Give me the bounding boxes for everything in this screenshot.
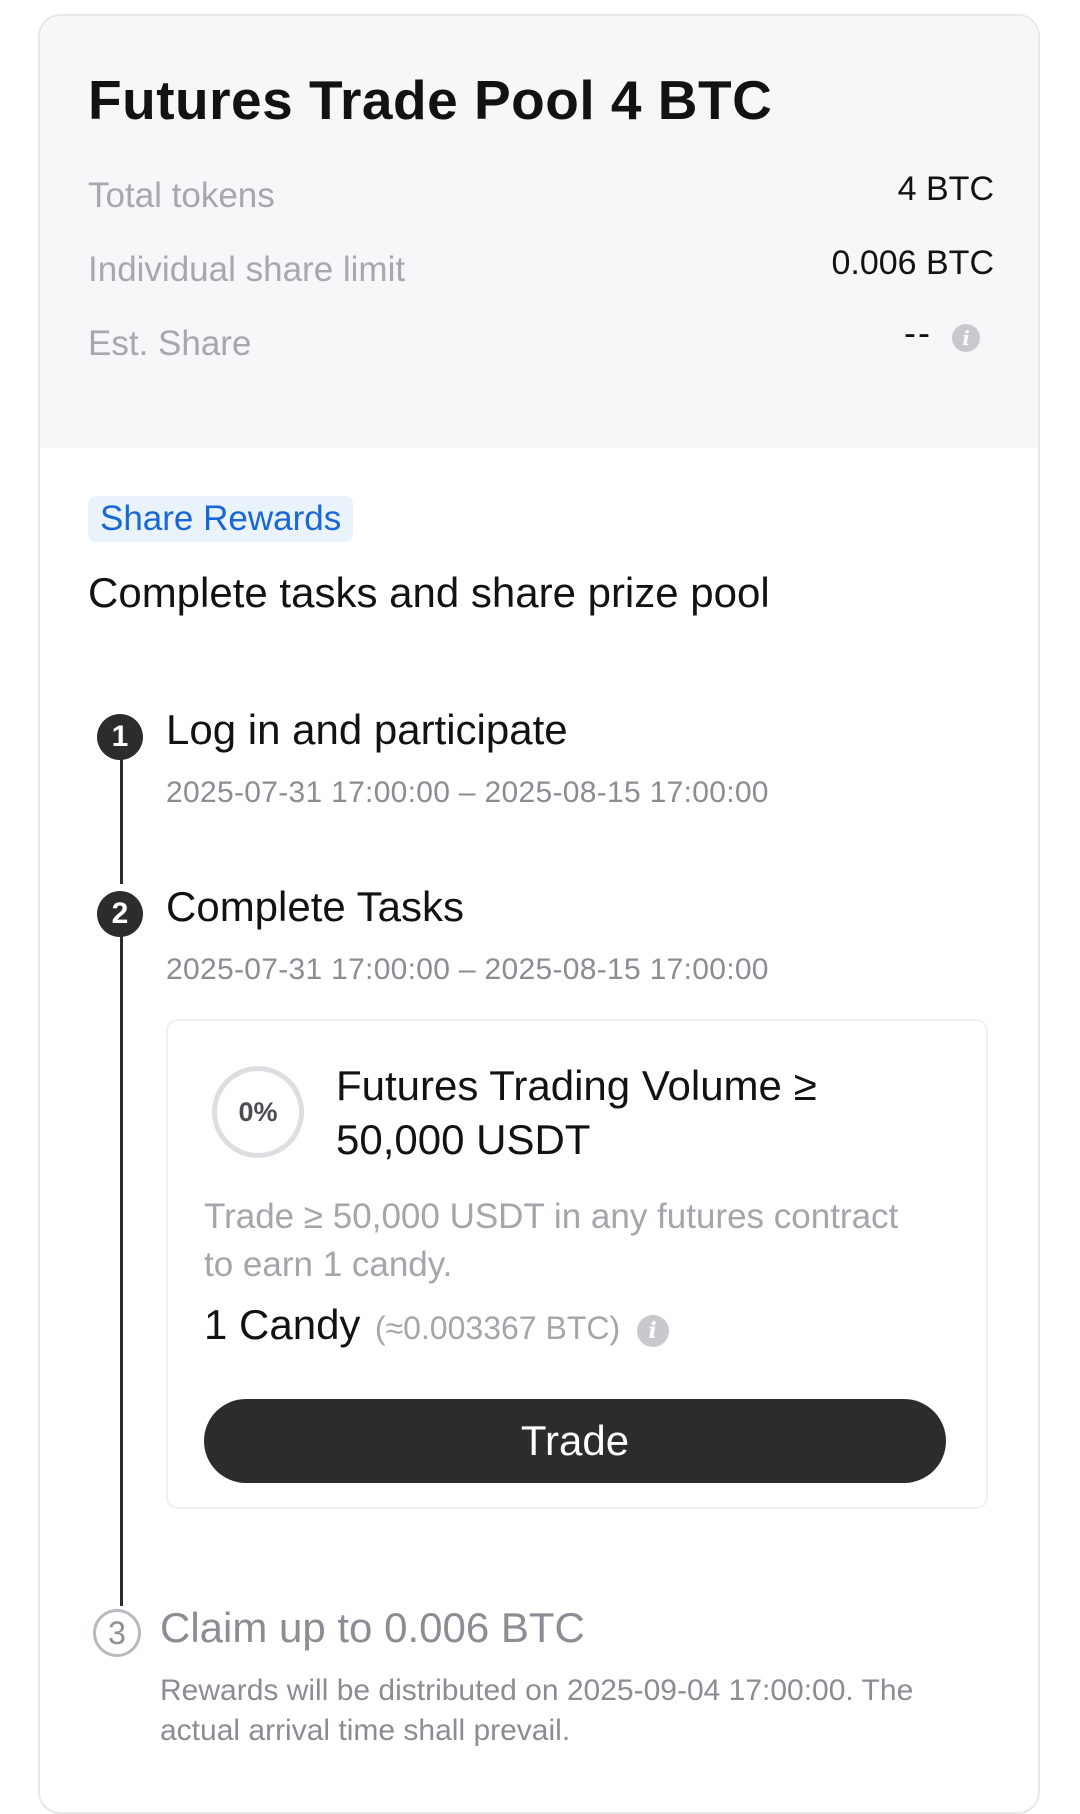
task-reward: 1 Candy (≈0.003367 BTC) i [204, 1301, 669, 1361]
task-card: 0% Futures Trading Volume ≥ 50,000 USDT … [166, 1019, 988, 1509]
stat-label: Est. Share [88, 324, 252, 363]
step-number-badge: 1 [97, 714, 143, 760]
stat-row-total-tokens: Total tokens 4 BTC [88, 170, 994, 226]
task-description: Trade ≥ 50,000 USDT in any futures contr… [204, 1197, 899, 1284]
stat-label: Individual share limit [88, 250, 406, 289]
info-icon[interactable]: i [952, 324, 980, 352]
pool-card: Futures Trade Pool 4 BTC Total tokens 4 … [38, 14, 1040, 1814]
step-time: 2025-07-31 17:00:00 – 2025-08-15 17:00:0… [166, 776, 769, 809]
task-title: Futures Trading Volume ≥ 50,000 USDT [336, 1062, 817, 1163]
step-title: Claim up to 0.006 BTC [160, 1604, 585, 1651]
step-time: 2025-07-31 17:00:00 – 2025-08-15 17:00:0… [166, 953, 769, 986]
step-title: Complete Tasks [166, 883, 465, 930]
stat-value: 4 BTC [897, 170, 994, 208]
stat-label: Total tokens [88, 176, 275, 215]
claim-description: Rewards will be distributed on 2025-09-0… [160, 1674, 914, 1747]
section-subtitle: Complete tasks and share prize pool [88, 569, 770, 616]
step-number-badge: 3 [93, 1609, 141, 1657]
trade-button[interactable]: Trade [204, 1399, 946, 1483]
share-rewards-badge: Share Rewards [88, 496, 354, 542]
info-icon[interactable]: i [636, 1314, 669, 1347]
stat-value: 0.006 BTC [831, 244, 994, 282]
stat-row-share-limit: Individual share limit 0.006 BTC [88, 244, 994, 300]
step-number-badge: 2 [97, 891, 143, 937]
reward-approx-value: (≈0.003367 BTC) [374, 1310, 621, 1346]
reward-amount: 1 Candy [204, 1301, 361, 1348]
step-title: Log in and participate [166, 706, 568, 753]
stat-row-est-share: Est. Share -- i [88, 312, 994, 374]
pool-title: Futures Trade Pool 4 BTC [88, 69, 773, 131]
pool-header: Futures Trade Pool 4 BTC Total tokens 4 … [40, 16, 1038, 448]
stat-value: -- [904, 312, 932, 353]
task-progress-ring: 0% [212, 1066, 304, 1158]
timeline-connector [120, 914, 123, 1606]
